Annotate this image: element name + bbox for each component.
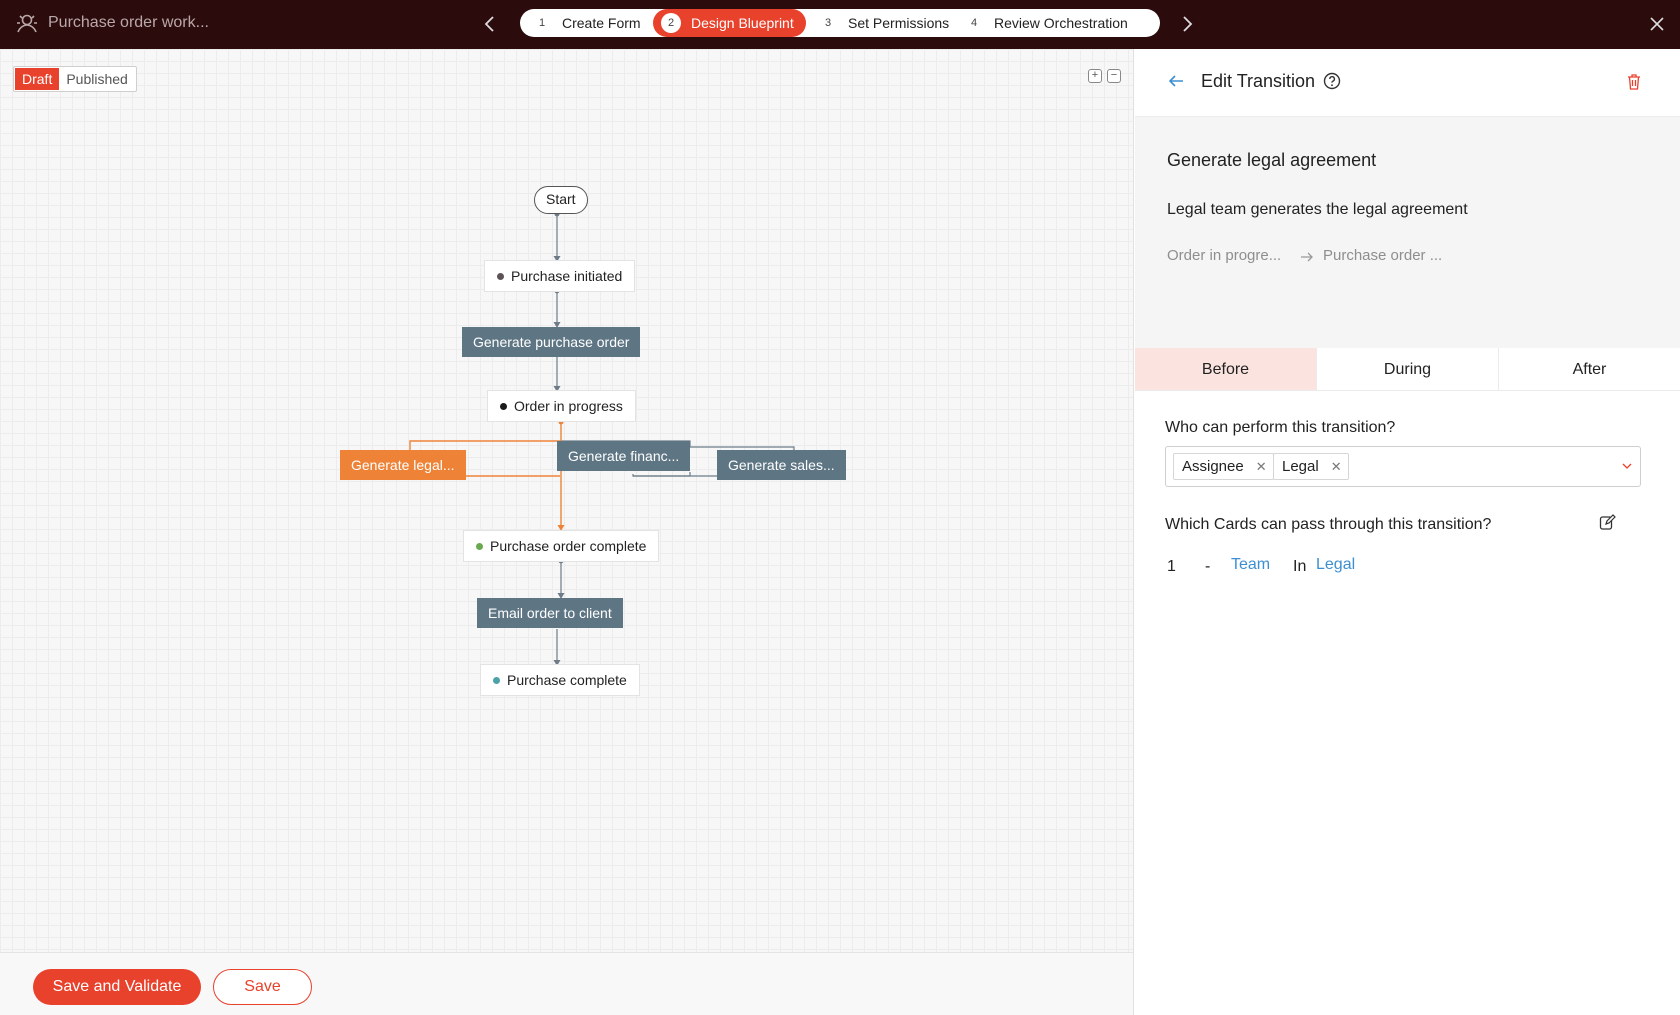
trash-icon[interactable]	[1626, 73, 1642, 91]
arrow-left-icon[interactable]	[1167, 72, 1185, 90]
arrow-right-icon	[1301, 252, 1313, 262]
chevron-right-icon[interactable]	[1175, 12, 1199, 36]
state-dot-icon	[493, 676, 500, 684]
published-option[interactable]: Published	[59, 68, 135, 90]
to-state: Purchase order ...	[1323, 247, 1443, 264]
blueprint-canvas[interactable]: Draft Published + − Start Purchase initi…	[0, 49, 1134, 952]
rule-operator: In	[1293, 558, 1307, 575]
tab-after[interactable]: After	[1498, 348, 1680, 390]
transition-node[interactable]: Generate sales...	[717, 450, 846, 480]
chip-label: Assignee	[1182, 458, 1244, 475]
transition-node[interactable]: Email order to client	[477, 598, 623, 628]
start-node[interactable]: Start	[534, 186, 588, 214]
transition-label: Generate purchase order	[473, 334, 630, 350]
state-dot-icon	[476, 542, 483, 550]
transition-tabs: Before During After	[1135, 348, 1680, 391]
remove-chip-icon[interactable]: ✕	[1331, 459, 1342, 474]
edit-icon[interactable]	[1599, 514, 1616, 531]
step-label: Create Form	[562, 15, 641, 31]
app-logo-icon	[17, 14, 37, 33]
step-label: Set Permissions	[848, 15, 950, 31]
state-node[interactable]: Purchase order complete	[464, 531, 659, 561]
transition-label: Generate sales...	[728, 457, 835, 473]
step-label: Design Blueprint	[691, 15, 794, 31]
app-title: Purchase order work...	[48, 14, 209, 31]
step-design-blueprint[interactable]: 2 Design Blueprint	[653, 9, 806, 37]
state-label: Purchase complete	[507, 672, 627, 688]
step-set-permissions[interactable]: 3 Set Permissions	[810, 9, 961, 37]
tab-during[interactable]: During	[1316, 348, 1498, 390]
state-node[interactable]: Purchase complete	[481, 665, 639, 695]
state-label: Order in progress	[514, 398, 623, 414]
draft-published-toggle: Draft Published	[13, 66, 137, 92]
performer-multiselect[interactable]: Assignee ✕ Legal ✕	[1165, 446, 1641, 487]
tab-before[interactable]: Before	[1135, 348, 1316, 390]
performer-chip: Legal ✕	[1273, 453, 1349, 480]
chevron-left-icon[interactable]	[478, 12, 502, 36]
state-label: Purchase initiated	[511, 268, 623, 284]
save-and-validate-button[interactable]: Save and Validate	[33, 969, 201, 1005]
chevron-down-icon[interactable]	[1621, 461, 1633, 471]
state-dot-icon	[500, 402, 507, 410]
zoom-in-button[interactable]: +	[1088, 69, 1102, 83]
cards-question: Which Cards can pass through this transi…	[1165, 516, 1492, 533]
help-circle-icon[interactable]	[1323, 72, 1341, 90]
transition-node-selected[interactable]: Generate legal...	[340, 450, 466, 480]
step-review-orchestration[interactable]: 4 Review Orchestration	[956, 9, 1140, 37]
rule-value-link[interactable]: Legal	[1316, 556, 1355, 574]
transition-label: Generate financ...	[568, 448, 680, 464]
edit-transition-panel: Edit Transition Generate legal agreement…	[1135, 49, 1680, 1015]
transition-description: Legal team generates the legal agreement	[1167, 201, 1468, 218]
draft-option[interactable]: Draft	[15, 68, 60, 90]
step-create-form[interactable]: 1 Create Form	[524, 9, 653, 37]
from-state: Order in progre...	[1167, 247, 1282, 264]
rule-dash: -	[1205, 558, 1211, 575]
state-node[interactable]: Order in progress	[488, 391, 635, 421]
step-label: Review Orchestration	[994, 15, 1128, 31]
remove-chip-icon[interactable]: ✕	[1256, 459, 1267, 474]
performer-chip: Assignee ✕	[1173, 453, 1274, 480]
panel-title: Edit Transition	[1201, 71, 1316, 91]
save-button[interactable]: Save	[213, 969, 312, 1005]
transition-name: Generate legal agreement	[1167, 150, 1377, 170]
transition-node[interactable]: Generate financ...	[557, 441, 691, 471]
transition-label: Email order to client	[488, 605, 612, 621]
rule-field-link[interactable]: Team	[1231, 556, 1270, 574]
wizard-steps: 1 Create Form 2 Design Blueprint 3 Set P…	[520, 9, 1160, 37]
transition-label: Generate legal...	[351, 457, 455, 473]
zoom-out-button[interactable]: −	[1107, 69, 1121, 83]
panel-header: Edit Transition	[1135, 49, 1680, 117]
state-node[interactable]: Purchase initiated	[485, 261, 635, 291]
close-icon[interactable]	[1645, 12, 1669, 36]
flow-connectors	[409, 211, 795, 678]
rule-count: 1	[1167, 558, 1176, 575]
state-label: Purchase order complete	[490, 538, 647, 554]
transition-node[interactable]: Generate purchase order	[462, 327, 641, 357]
state-dot-icon	[497, 272, 504, 280]
perform-question: Who can perform this transition?	[1165, 419, 1396, 436]
chip-label: Legal	[1282, 458, 1319, 475]
transition-info: Generate legal agreement Legal team gene…	[1135, 117, 1680, 348]
top-bar: Purchase order work... 1 Create Form 2 D…	[0, 0, 1680, 49]
footer-bar: Save and Validate Save	[0, 952, 1134, 1015]
